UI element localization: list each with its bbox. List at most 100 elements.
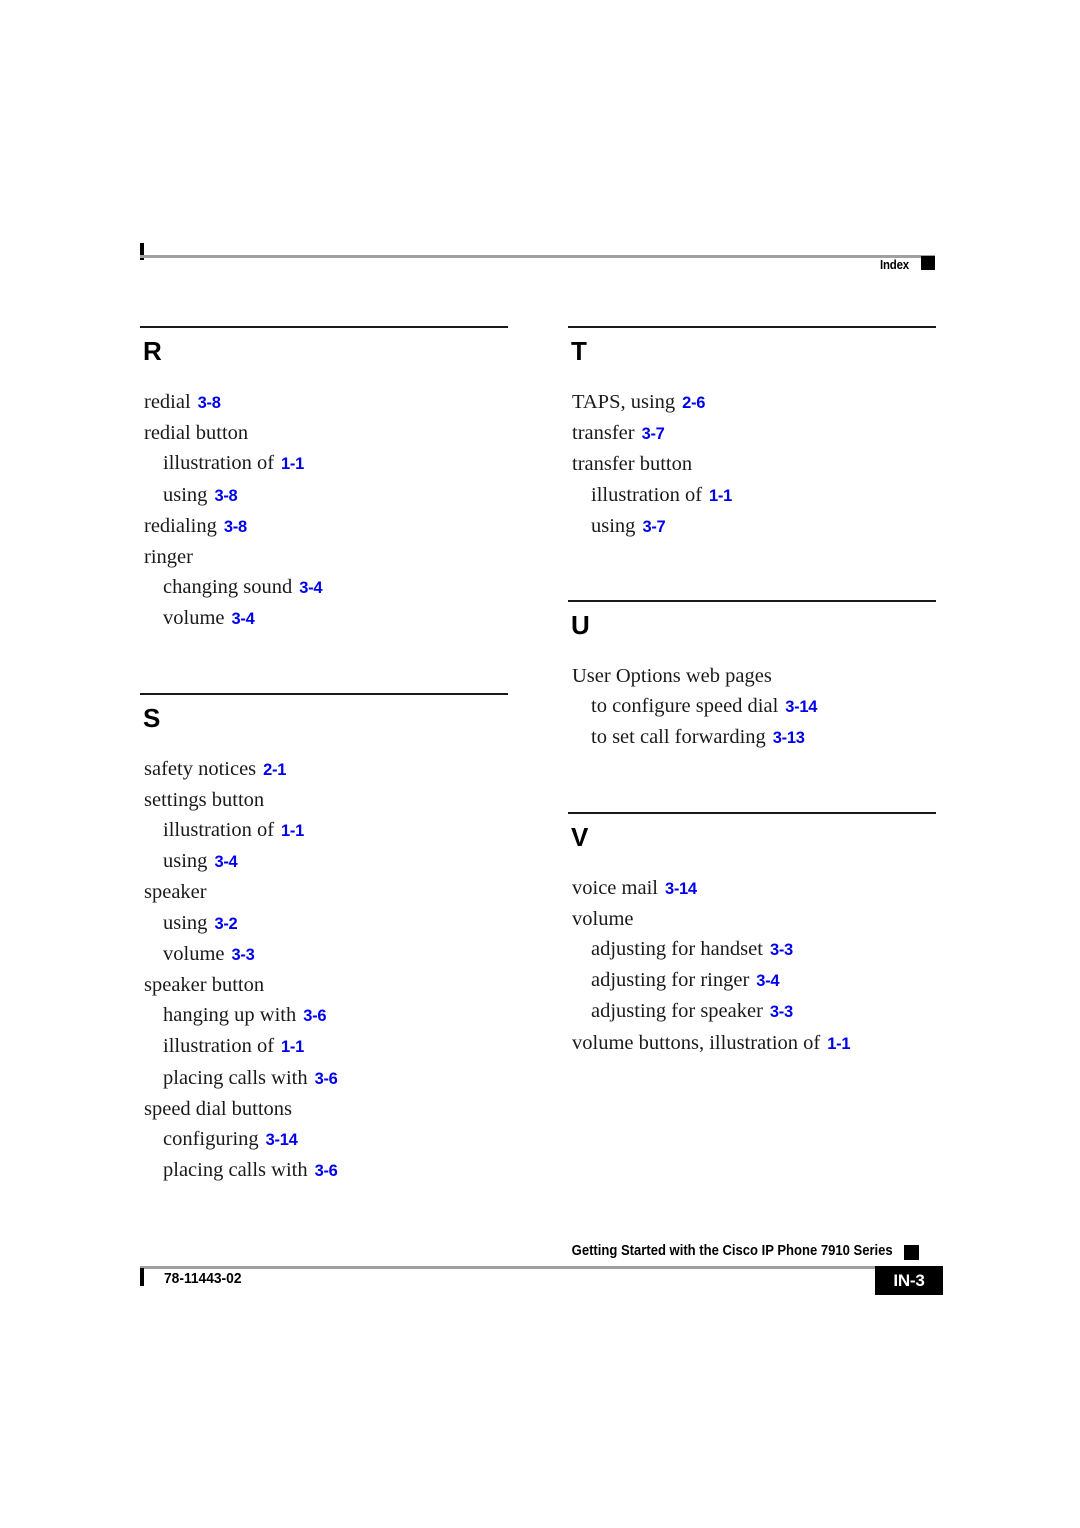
index-page-reference[interactable]: 3-4	[756, 972, 779, 990]
index-subentry: to configure speed dial 3-14	[591, 691, 936, 722]
index-page-reference[interactable]: 3-8	[198, 394, 221, 412]
index-page-reference[interactable]: 3-14	[785, 698, 817, 716]
index-section-u: U User Options web pages to configure spee…	[568, 600, 936, 754]
footer-document-title: Getting Started with the Cisco IP Phone …	[571, 1243, 893, 1259]
index-page-reference[interactable]: 3-2	[214, 915, 237, 933]
index-entry-label: to configure speed dial	[591, 695, 779, 718]
index-page-reference[interactable]: 1-1	[281, 822, 304, 840]
index-page-reference[interactable]: 3-6	[303, 1007, 326, 1025]
index-entry-label: using	[163, 911, 208, 934]
index-entry-label: volume	[572, 907, 634, 930]
section-letter-heading: V	[571, 821, 588, 852]
index-page-reference[interactable]: 3-4	[299, 579, 322, 597]
index-page-reference[interactable]: 1-1	[709, 487, 732, 505]
index-page-reference[interactable]: 3-13	[773, 729, 805, 747]
index-page-reference[interactable]: 3-6	[315, 1162, 338, 1180]
index-page-reference[interactable]: 3-3	[232, 946, 255, 964]
index-section-s: Ssafety notices 2-1 settings button illustr…	[140, 692, 508, 1187]
index-page-reference[interactable]: 3-14	[665, 880, 697, 898]
index-subentry: placing calls with 3-6	[163, 1155, 508, 1186]
index-section-r: Rredial 3-8 redial button illustration of 1-…	[140, 326, 508, 635]
index-entry-label: using	[591, 514, 636, 537]
index-page-reference[interactable]: 3-7	[642, 425, 665, 443]
index-entry-label: safety notices	[144, 757, 257, 780]
index-entry-label: speed dial buttons	[144, 1097, 293, 1120]
index-subentry: to set call forwarding 3-13	[591, 722, 936, 753]
index-page-reference[interactable]: 3-4	[232, 610, 255, 628]
section-letter-heading: T	[571, 336, 587, 366]
index-entry-label: placing calls with	[163, 1159, 308, 1182]
index-page-reference[interactable]: 3-8	[214, 487, 237, 505]
index-entry: transfer 3-7	[572, 418, 936, 449]
index-entry-label: illustration of	[591, 483, 703, 506]
index-subentry: using 3-4	[163, 846, 508, 877]
index-subentry: using 3-7	[591, 511, 936, 542]
index-section-t: T TAPS, using 2-6 transfer 3-7 transfer butto…	[568, 326, 936, 542]
index-entry-label: settings button	[144, 788, 265, 811]
section-letter-heading: S	[143, 702, 160, 733]
index-entry-label: User Options web pages	[572, 665, 772, 688]
index-page-reference[interactable]: 3-3	[770, 1003, 793, 1021]
index-entry-label: volume buttons, illustration of	[572, 1031, 821, 1054]
index-entry: redial 3-8	[144, 387, 508, 418]
index-entry-label: adjusting for ringer	[591, 969, 750, 992]
index-entry-label: ringer	[144, 546, 193, 569]
index-entry-label: redialing	[144, 514, 217, 537]
index-entry-label: placing calls with	[163, 1066, 308, 1089]
index-entry: TAPS, using 2-6	[572, 387, 936, 418]
index-subentry: configuring 3-14	[163, 1124, 508, 1155]
index-page-reference[interactable]: 2-1	[263, 761, 286, 779]
index-entry-label: speaker button	[144, 974, 265, 997]
index-entry: transfer button	[572, 449, 936, 479]
section-rule	[568, 600, 936, 603]
index-page-reference[interactable]: 1-1	[281, 1038, 304, 1056]
index-page-reference[interactable]: 3-6	[315, 1070, 338, 1088]
footer-left-tick	[140, 1268, 144, 1286]
index-entry-label: hanging up with	[163, 1004, 297, 1027]
index-entry-label: using	[163, 850, 208, 873]
index-subentry: adjusting for handset 3-3	[591, 934, 936, 965]
index-entry: speed dial buttons	[144, 1094, 508, 1124]
index-page-reference[interactable]: 3-4	[214, 853, 237, 871]
index-entry: User Options web pages	[572, 661, 936, 691]
index-subentry: using 3-2	[163, 908, 508, 939]
index-subentry: hanging up with 3-6	[163, 1000, 508, 1031]
index-page-reference[interactable]: 1-1	[281, 455, 304, 473]
index-page-reference[interactable]: 2-6	[682, 394, 705, 412]
index-page-reference[interactable]: 1-1	[827, 1035, 850, 1053]
page-number-badge: IN-3	[875, 1266, 943, 1295]
page-footer: Getting Started with the Cisco IP Phone …	[140, 1243, 943, 1303]
footer-rule	[140, 1266, 919, 1269]
index-column-left: Rredial 3-8 redial button illustration of 1-…	[140, 326, 508, 1186]
index-entry-label: adjusting for speaker	[591, 1000, 763, 1023]
index-entry-label: changing sound	[163, 576, 293, 599]
index-entry-label: TAPS, using	[572, 391, 676, 413]
index-entry-label: redial	[144, 391, 191, 413]
index-page-reference[interactable]: 3-14	[266, 1131, 298, 1149]
index-entry: redial button	[144, 418, 508, 448]
index-subentry: illustration of 1-1	[163, 448, 508, 479]
index-entry: safety notices 2-1	[144, 754, 508, 785]
section-letter-heading: R	[143, 336, 162, 366]
index-entry-label: to set call forwarding	[591, 726, 766, 749]
index-subentry: using 3-8	[163, 480, 508, 511]
index-section-v: Vvoice mail 3-14 volume adjusting for hands…	[568, 811, 936, 1059]
index-entry: speaker	[144, 877, 508, 907]
index-entry: volume	[572, 904, 936, 934]
index-entry: settings button	[144, 785, 508, 815]
index-entry: redialing 3-8	[144, 511, 508, 542]
index-page-reference[interactable]: 3-3	[770, 941, 793, 959]
index-entry-label: volume	[163, 942, 225, 965]
index-column-right: T TAPS, using 2-6 transfer 3-7 transfer butto…	[568, 326, 936, 1059]
index-entry-label: speaker	[144, 881, 207, 904]
index-subentry: changing sound 3-4	[163, 572, 508, 603]
index-entry-label: redial button	[144, 422, 249, 445]
index-subentry: illustration of 1-1	[163, 815, 508, 846]
index-entry-label: illustration of	[163, 819, 275, 842]
index-page-reference[interactable]: 3-8	[224, 518, 247, 536]
index-subentry: volume 3-4	[163, 603, 508, 634]
index-entry-label: using	[163, 483, 208, 506]
index-page-reference[interactable]: 3-7	[642, 518, 665, 536]
